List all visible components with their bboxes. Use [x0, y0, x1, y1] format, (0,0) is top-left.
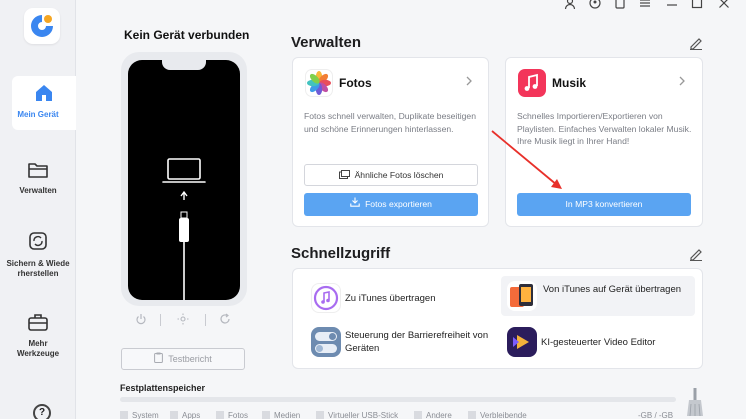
storage-title: Festplattenspeicher: [120, 383, 206, 393]
legend-virtual-usb: Virtueller USB-Stick: [316, 411, 398, 419]
export-photos-button[interactable]: Fotos exportieren: [304, 193, 478, 216]
refresh-icon[interactable]: [219, 313, 231, 325]
window-toolbar: [560, 0, 746, 13]
sidebar-item-label: Mein Gerät: [17, 110, 59, 119]
legend-swatch: [414, 411, 422, 419]
music-card[interactable]: Musik Schnelles Importieren/Exportieren …: [505, 57, 703, 227]
folder-icon: [0, 160, 76, 182]
quick-access-panel: Zu iTunes übertragen Von iTunes auf Gerä…: [292, 268, 703, 369]
quick-item-label: KI-gesteuerter Video Editor: [541, 337, 656, 348]
minimize-icon[interactable]: [666, 0, 678, 9]
app-logo: [24, 8, 60, 44]
photos-card-description: Fotos schnell verwalten, Duplikate besei…: [304, 111, 476, 134]
broom-icon[interactable]: [686, 388, 704, 416]
legend-label: Medien: [274, 411, 301, 419]
legend-swatch: [468, 411, 476, 419]
legend-label: Apps: [182, 411, 201, 419]
phone-screen: [128, 60, 240, 300]
sidebar-item-label: Mehr Werkzeuge: [16, 339, 60, 358]
chevron-right-icon[interactable]: [678, 76, 686, 86]
photos-card[interactable]: Fotos Fotos schnell verwalten, Duplikate…: [292, 57, 489, 227]
feedback-icon[interactable]: [614, 0, 626, 9]
home-icon: [12, 82, 76, 106]
quick-access-title: Schnellzugriff: [291, 245, 391, 262]
divider: [205, 314, 206, 326]
sidebar-item-sichern[interactable]: Sichern & Wiederherstellen: [0, 230, 76, 290]
sidebar-item-label: Verwalten: [19, 186, 57, 195]
legend-swatch: [316, 411, 324, 419]
legend-system: System: [120, 411, 159, 419]
photos-card-title: Fotos: [339, 76, 372, 90]
device-status-title: Kein Gerät verbunden: [124, 28, 250, 42]
brightness-icon[interactable]: [177, 313, 189, 325]
export-photos-label: Fotos exportieren: [365, 199, 432, 209]
legend-verbleibende: Verbleibende: [468, 411, 527, 419]
toolbox-icon: [10, 312, 66, 335]
user-icon[interactable]: [564, 0, 576, 9]
music-app-icon: [518, 69, 546, 97]
sidebar: Mein Gerät Verwalten Sichern & Wiederher…: [0, 0, 76, 419]
menu-icon[interactable]: [639, 0, 651, 9]
test-report-label: Testbericht: [168, 354, 212, 364]
maximize-icon[interactable]: [691, 0, 703, 9]
quick-item-itunes-to-device[interactable]: Von iTunes auf Gerät übertragen: [501, 276, 695, 316]
device-controls: [121, 311, 247, 329]
clipboard-icon: [154, 350, 164, 370]
sidebar-item-verwalten[interactable]: Verwalten: [0, 160, 76, 200]
legend-andere: Andere: [414, 411, 452, 419]
convert-mp3-button[interactable]: In MP3 konvertieren: [517, 193, 691, 216]
photos-app-icon: [305, 69, 333, 97]
storage-usage-bar: [120, 397, 676, 402]
close-icon[interactable]: [718, 0, 730, 9]
chevron-right-icon[interactable]: [465, 76, 473, 86]
legend-label: System: [132, 411, 159, 419]
edit-icon[interactable]: [689, 36, 703, 50]
sidebar-item-mein-geraet[interactable]: Mein Gerät: [12, 76, 76, 130]
ai-video-editor-icon: [507, 327, 537, 357]
support-icon[interactable]: [589, 0, 601, 9]
music-card-description: Schnelles Importieren/Exportieren von Pl…: [517, 111, 692, 146]
itunes-to-device-icon: [507, 281, 537, 311]
delete-similar-photos-button[interactable]: Ähnliche Fotos löschen: [304, 164, 478, 186]
photos-duplicate-icon: [338, 166, 350, 186]
power-icon[interactable]: [135, 313, 147, 325]
legend-label: Fotos: [228, 411, 249, 419]
phone-notch: [162, 60, 206, 70]
quick-item-label: Steuerung der Barrierefreiheit von Gerät…: [345, 330, 489, 354]
test-report-button[interactable]: Testbericht: [121, 348, 245, 370]
music-card-title: Musik: [552, 76, 587, 90]
storage-capacity: -GB / -GB: [638, 411, 674, 419]
quick-item-label: Zu iTunes übertragen: [345, 293, 436, 304]
legend-label: Virtueller USB-Stick: [328, 411, 399, 419]
legend-swatch: [170, 411, 178, 419]
legend-label: Andere: [426, 411, 452, 419]
legend-medien: Medien: [262, 411, 300, 419]
divider: [160, 314, 161, 326]
legend-swatch: [262, 411, 270, 419]
quick-item-ai-video-editor[interactable]: KI-gesteuerter Video Editor: [507, 322, 692, 362]
legend-fotos: Fotos: [216, 411, 248, 419]
manage-section-title: Verwalten: [291, 34, 362, 51]
sidebar-item-label: Sichern & Wiederherstellen: [6, 259, 70, 278]
delete-similar-photos-label: Ähnliche Fotos löschen: [354, 170, 444, 180]
quick-item-accessibility[interactable]: Steuerung der Barrierefreiheit von Gerät…: [311, 322, 496, 362]
legend-swatch: [120, 411, 128, 419]
export-icon: [350, 193, 360, 216]
sidebar-item-mehr-werkzeuge[interactable]: Mehr Werkzeuge: [0, 312, 76, 362]
legend-apps: Apps: [170, 411, 200, 419]
quick-item-to-itunes[interactable]: Zu iTunes übertragen: [311, 278, 491, 318]
backup-restore-icon: [6, 230, 70, 255]
quick-item-label: Von iTunes auf Gerät übertragen: [543, 284, 682, 295]
edit-icon[interactable]: [689, 247, 703, 261]
accessibility-toggle-icon: [311, 327, 341, 357]
connect-cable-illustration: [162, 158, 206, 300]
legend-swatch: [216, 411, 224, 419]
itunes-icon: [311, 283, 341, 313]
legend-label: Verbleibende: [480, 411, 527, 419]
help-button[interactable]: ?: [33, 404, 51, 419]
